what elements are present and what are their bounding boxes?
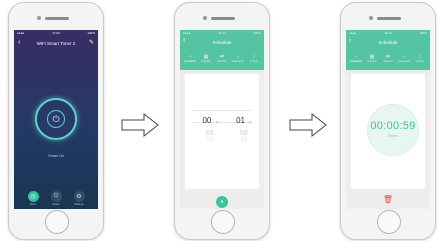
earpiece: [45, 17, 69, 20]
clock-icon: ◷: [27, 191, 39, 202]
mode-tabs: ◔ Countdown ▦ Schedule ⇄ Random ☼ Astron…: [180, 54, 264, 68]
status-bar: ●●●● 17:02 100%: [17, 31, 95, 37]
calendar-icon: ▦: [203, 54, 209, 60]
power-icon: ⏻: [47, 110, 65, 128]
tab-astronomic[interactable]: ☼ Astronomic: [230, 54, 246, 63]
countdown-setup-screen: ●●●● 11:14 100% ‹ Schedule ◔ Countdown ▦…: [180, 30, 264, 209]
tab-label: Random: [217, 61, 227, 63]
page-title: WiFi Smart Timer 2: [36, 41, 76, 46]
arrow-right-icon: [289, 112, 327, 138]
calendar-icon: ▦: [369, 54, 375, 60]
sun-icon: ☼: [401, 54, 407, 60]
trash-icon[interactable]: 🗑: [382, 195, 394, 204]
tab-label: Countdown: [184, 61, 196, 63]
pencil-icon[interactable]: ✎: [89, 39, 94, 46]
tab-label: Inching: [250, 61, 258, 63]
home-button[interactable]: [211, 210, 235, 234]
tab-schedule[interactable]: ▦ Schedule: [364, 54, 380, 63]
pulse-icon: ⌇: [252, 54, 256, 60]
status-bar: ●●●● 11:14 100%: [349, 31, 427, 37]
hours-wheel[interactable]: 00 h 01 02: [195, 110, 225, 143]
battery-level: 100%: [419, 31, 427, 35]
camera-dot: [203, 16, 207, 20]
hourglass-icon: ◔: [188, 54, 192, 60]
bottom-nav: ◷ Timer ⏻ Power ⚙ Settings: [14, 187, 98, 209]
time-picker[interactable]: 00 h 01 02 01 m 02 03: [193, 110, 252, 150]
earpiece: [211, 17, 235, 20]
status-time: 11:14: [218, 31, 226, 35]
hours-next: 02: [206, 137, 214, 143]
arrow-right-icon: [121, 112, 159, 138]
tab-inching[interactable]: ⌇ Inching: [246, 54, 262, 63]
countdown-screen: ●●●● 11:14 100% ‹ Schedule ◔ Countdown ▦…: [346, 30, 430, 209]
countdown-display: 00:00:59 Reset: [367, 104, 419, 156]
tab-label: Astronomic: [232, 61, 244, 63]
tab-schedule[interactable]: ▦ Schedule: [198, 54, 214, 63]
power-screen: ●●●● 17:02 100% ‹ WiFi Smart Timer 2 ✎ ⏻…: [14, 30, 98, 209]
hours-next: 01: [206, 130, 214, 137]
tab-label: Random: [383, 61, 393, 63]
pulse-icon: ⌇: [418, 54, 422, 60]
minutes-selected: 01: [236, 116, 245, 125]
phone-countdown-running: ●●●● 11:14 100% ‹ Schedule ◔ Countdown ▦…: [340, 2, 436, 240]
home-button[interactable]: [377, 210, 401, 234]
page-title: Schedule: [378, 40, 398, 45]
time-picker-card: 00 h 01 02 01 m 02 03: [185, 74, 259, 189]
battery-level: 100%: [87, 31, 95, 35]
camera-dot: [37, 16, 41, 20]
status-bar: ●●●● 11:14 100%: [183, 31, 261, 37]
minutes-next: 02: [240, 130, 248, 137]
tab-inching[interactable]: ⌇ Inching: [412, 54, 428, 63]
minutes-next: 03: [240, 137, 248, 143]
hours-unit: h: [215, 120, 218, 124]
camera-dot: [369, 16, 373, 20]
earpiece: [377, 17, 401, 20]
phone-countdown-picker: ●●●● 11:14 100% ‹ Schedule ◔ Countdown ▦…: [174, 2, 270, 240]
tab-label: Schedule: [201, 61, 211, 63]
confirm-button[interactable]: ●: [216, 196, 228, 208]
mode-tabs: ◔ Countdown ▦ Schedule ⇄ Random ☼ Astron…: [346, 54, 430, 68]
minutes-unit: m: [249, 120, 252, 124]
tab-random[interactable]: ⇄ Random: [214, 54, 230, 63]
shuffle-icon: ⇄: [385, 54, 391, 60]
sun-icon: ☼: [235, 54, 241, 60]
hours-selected: 00: [202, 116, 212, 125]
tab-label: Inching: [416, 61, 424, 63]
shuffle-icon: ⇄: [219, 54, 225, 60]
page-title: Schedule: [212, 40, 232, 45]
tab-random[interactable]: ⇄ Random: [380, 54, 396, 63]
tab-label: Astronomic: [398, 61, 410, 63]
tab-countdown[interactable]: ◔ Countdown: [182, 54, 198, 63]
status-time: 17:02: [52, 31, 60, 35]
reset-link[interactable]: Reset: [368, 134, 418, 138]
nav-item-settings[interactable]: ⚙ Settings: [66, 191, 92, 206]
phone-power-screen: ●●●● 17:02 100% ‹ WiFi Smart Timer 2 ✎ ⏻…: [8, 2, 104, 240]
gear-icon: ⚙: [73, 191, 85, 202]
hourglass-icon: ◔: [354, 54, 358, 60]
power-status-label: Power On: [48, 154, 64, 158]
tab-countdown[interactable]: ◔ Countdown: [348, 54, 364, 63]
app-header: ●●●● 11:14 100% ‹ Schedule ◔ Countdown ▦…: [346, 30, 430, 70]
home-button[interactable]: [45, 210, 69, 234]
check-circle-icon: ●: [220, 199, 224, 205]
nav-label: Settings: [74, 203, 84, 206]
countdown-card: 00:00:59 Reset: [351, 74, 425, 189]
status-time: 11:14: [384, 31, 392, 35]
power-button[interactable]: ⏻: [35, 98, 77, 140]
power-icon: ⏻: [50, 191, 62, 202]
minutes-wheel[interactable]: 01 m 02 03: [229, 110, 259, 143]
tab-astronomic[interactable]: ☼ Astronomic: [396, 54, 412, 63]
countdown-time: 00:00:59: [370, 120, 416, 132]
tab-label: Countdown: [350, 61, 362, 63]
app-header: ‹ WiFi Smart Timer 2 ✎: [14, 39, 98, 49]
battery-level: 100%: [253, 31, 261, 35]
app-header: ●●●● 11:14 100% ‹ Schedule ◔ Countdown ▦…: [180, 30, 264, 70]
tab-label: Schedule: [367, 61, 377, 63]
